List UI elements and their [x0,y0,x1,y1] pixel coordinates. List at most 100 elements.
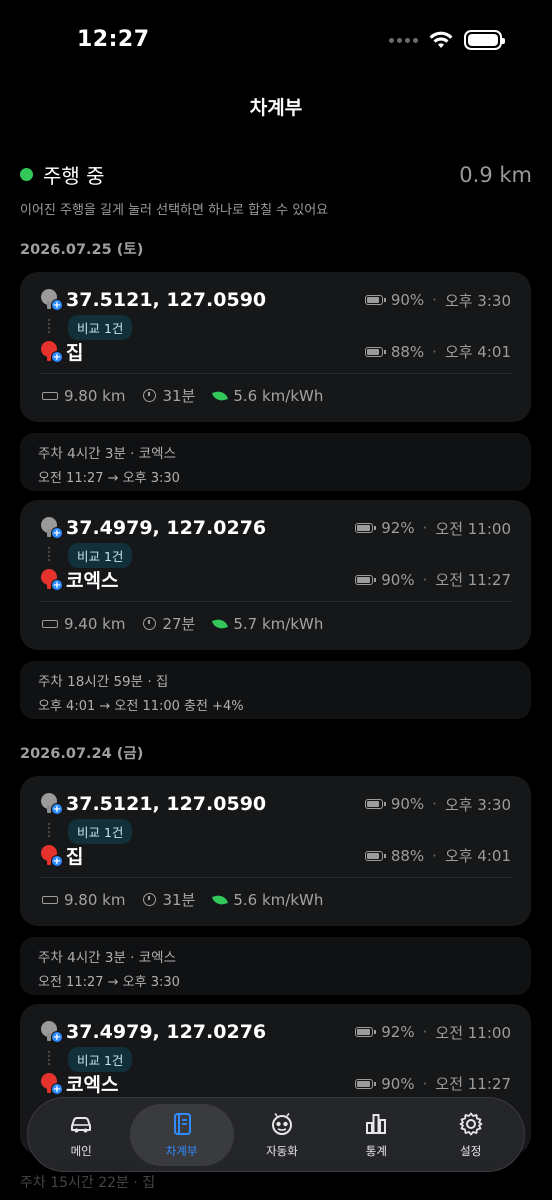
trip-card[interactable]: + 37.5121, 127.0590 90% · 오후 3:30 비교 1건 +… [20,272,531,422]
compare-badge[interactable]: 비교 1건 [68,819,133,844]
clock-icon [143,893,157,906]
parking-card[interactable]: 주차 4시간 3분 · 코엑스 오전 11:27 → 오후 3:30 [20,433,531,491]
divider [40,601,511,602]
divider [40,877,511,878]
start-time: 오전 11:00 [435,519,511,538]
chart-icon [366,1113,387,1134]
battery-icon [464,30,505,50]
date-header: 2026.07.25 (토) [20,242,144,258]
trip-end: 집 [66,846,84,868]
date-header: 2026.07.24 (금) [20,746,144,762]
trip-duration: 31분 [162,891,196,909]
end-time: 오후 4:01 [444,847,511,865]
driving-distance: 0.9 km [459,162,532,187]
parking-card[interactable]: 주차 4시간 3분 · 코엑스 오전 11:27 → 오후 3:30 [20,937,531,995]
tab-label: 차계부 [165,1143,198,1158]
trip-end: 코엑스 [66,570,119,592]
start-battery: 92% [381,519,415,537]
route-connector [48,823,50,837]
car-icon [71,1116,92,1132]
driving-status[interactable]: 주행 중 0.9 km 이어진 주행을 길게 눌러 선택하면 하나로 합칠 수 … [20,160,532,218]
start-battery: 90% [390,795,425,813]
trip-card[interactable]: + 37.4979, 127.0276 92% · 오전 11:00 비교 1건 … [20,500,531,650]
tab-settings[interactable]: 설정 [425,1104,517,1166]
start-time: 오후 3:30 [444,291,511,310]
tab-label: 메인 [70,1143,92,1158]
end-pin-icon: + [40,568,63,591]
parking-range: 오전 11:27 → 오후 3:30 [38,471,180,486]
end-battery: 90% [381,570,415,589]
tab-bar: 메인 차계부 자동화 통계 설정 [27,1097,525,1172]
compare-badge[interactable]: 비교 1건 [68,1047,133,1072]
page-title: 차계부 [249,97,303,119]
trip-end: 집 [66,342,84,364]
trip-end: 코엑스 [66,1074,119,1096]
trip-distance: 9.80 km [64,386,126,405]
end-pin-icon: + [40,340,63,363]
start-pin-icon: + [40,517,63,539]
cellular-icon [389,37,418,43]
start-pin-icon: + [40,793,63,815]
parking-title-peek: 주차 15시간 22분 · 집 [20,1175,156,1191]
trip-efficiency: 5.7 km/kWh [233,614,324,633]
trip-distance: 9.80 km [64,890,126,909]
distance-icon [42,895,58,904]
leaf-icon [212,892,229,907]
distance-icon [42,619,58,628]
gear-icon [459,1112,483,1135]
battery-level-icon [364,799,386,809]
start-time: 오후 3:30 [444,795,511,814]
tab-automation[interactable]: 자동화 [236,1104,328,1166]
logbook-icon [173,1112,191,1135]
end-time: 오후 4:01 [444,343,511,361]
parking-title: 주차 18시간 59분 · 집 [38,674,169,690]
wifi-icon [429,31,453,48]
start-battery: 92% [381,1023,415,1041]
battery-level-icon [355,1078,377,1089]
end-time: 오전 11:27 [435,571,511,589]
end-battery: 88% [390,342,425,361]
tab-label: 자동화 [266,1143,298,1158]
trip-efficiency: 5.6 km/kWh [233,890,324,909]
start-pin-icon: + [40,289,63,311]
end-pin-icon: + [40,844,63,867]
tab-logbook[interactable]: 차계부 [129,1103,234,1166]
trip-efficiency: 5.6 km/kWh [233,386,324,405]
battery-level-icon [355,1027,377,1037]
trip-card[interactable]: + 37.5121, 127.0590 90% · 오후 3:30 비교 1건 +… [20,776,531,926]
end-battery: 90% [381,1074,415,1093]
battery-level-icon [355,574,377,585]
driving-label: 주행 중 [43,164,105,188]
trip-duration: 27분 [162,615,196,633]
clock-icon [143,617,157,630]
leaf-icon [212,616,229,631]
route-connector [48,319,50,333]
parking-card[interactable]: 주차 18시간 59분 · 집 오후 4:01 → 오전 11:00 충전 +4… [20,661,531,719]
parking-title: 주차 4시간 3분 · 코엑스 [38,950,176,966]
merge-hint: 이어진 주행을 길게 눌러 선택하면 하나로 합칠 수 있어요 [20,203,329,218]
tab-main[interactable]: 메인 [35,1104,127,1166]
trip-start: 37.5121, 127.0590 [66,289,267,311]
tab-label: 설정 [460,1143,482,1158]
battery-level-icon [364,346,386,357]
end-time: 오전 11:27 [435,1075,511,1093]
start-time: 오전 11:00 [435,1023,511,1042]
start-pin-icon: + [40,1021,63,1043]
end-pin-icon: + [40,1072,63,1095]
automation-icon [271,1112,292,1135]
battery-level-icon [364,850,386,861]
tab-stats[interactable]: 통계 [330,1104,422,1166]
distance-icon [42,391,58,400]
route-connector [48,547,50,561]
trip-start: 37.4979, 127.0276 [66,1021,267,1043]
route-connector [48,1051,50,1065]
battery-level-icon [355,523,377,533]
compare-badge[interactable]: 비교 1건 [68,543,133,568]
trip-start: 37.4979, 127.0276 [66,517,267,539]
compare-badge[interactable]: 비교 1건 [68,315,133,340]
leaf-icon [212,388,229,403]
parking-range: 오후 4:01 → 오전 11:00 충전 +4% [38,699,244,714]
trip-distance: 9.40 km [64,614,126,633]
status-bar: 12:27 [0,0,552,80]
tab-label: 통계 [365,1143,387,1158]
